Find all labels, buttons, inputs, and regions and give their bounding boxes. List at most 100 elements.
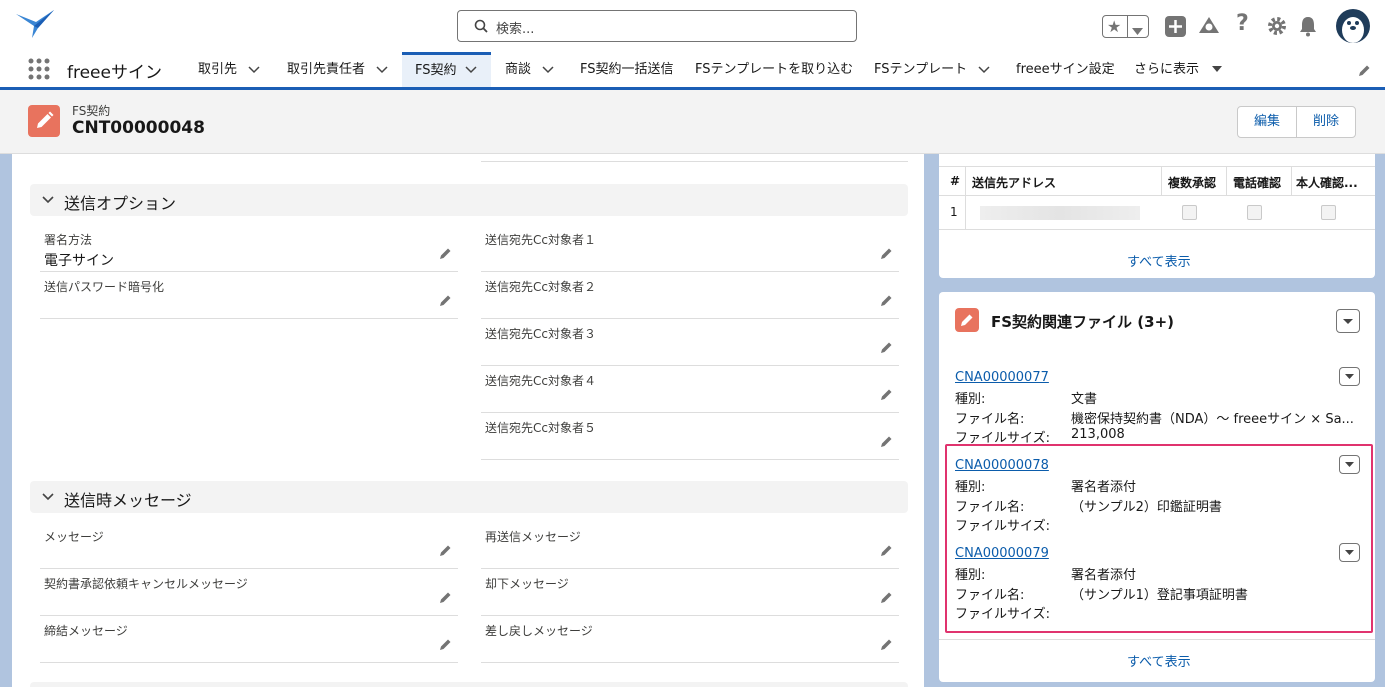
nav-item-settings[interactable]: freeeサイン設定 <box>1016 52 1116 87</box>
gear-icon[interactable] <box>1267 16 1287 36</box>
pencil-icon[interactable] <box>879 591 893 605</box>
column-divider <box>965 196 966 229</box>
pencil-icon[interactable] <box>879 435 893 449</box>
trailhead-icon[interactable] <box>1198 15 1220 37</box>
chevron-down-icon <box>1132 24 1143 39</box>
field-divider <box>481 161 908 162</box>
filename-label: ファイル名: <box>955 412 1025 427</box>
record-object-label: FS契約 <box>72 104 111 118</box>
nav-item-more[interactable]: さらに表示 <box>1134 52 1229 87</box>
pencil-icon[interactable] <box>879 294 893 308</box>
global-actions-icon[interactable] <box>1165 16 1186 37</box>
nav-item-label: FSテンプレートを取り込む <box>695 62 854 77</box>
edit-button[interactable]: 編集 <box>1237 106 1297 138</box>
favorites-button[interactable]: ★ <box>1102 15 1149 38</box>
redacted-address <box>980 206 1140 220</box>
record-pencil-icon <box>28 105 60 137</box>
pencil-icon[interactable] <box>438 591 452 605</box>
nav-item-contacts[interactable]: 取引先責任者 <box>287 52 391 87</box>
phone-check-checkbox[interactable] <box>1247 205 1262 220</box>
field-value: 電子サイン <box>44 253 114 269</box>
file-row-menu[interactable] <box>1339 543 1360 562</box>
cc-field-1: 送信宛先Cc対象者１ <box>481 225 899 272</box>
nav-item-accounts[interactable]: 取引先 <box>198 52 268 87</box>
pencil-icon[interactable] <box>879 638 893 652</box>
pencil-icon[interactable] <box>438 247 452 261</box>
nav-item-label: FS契約 <box>415 63 457 78</box>
column-header-address[interactable]: 送信先アドレス <box>972 174 1056 191</box>
file-link[interactable]: CNA00000077 <box>955 370 1049 385</box>
table-header-row: # 送信先アドレス 複数承認 電話確認 本人確認... <box>939 166 1375 196</box>
sendback-message-field: 差し戻しメッセージ <box>481 616 899 663</box>
section-send-options[interactable]: 送信オプション <box>30 184 908 216</box>
card-actions-menu[interactable] <box>1336 309 1360 333</box>
file-link[interactable]: CNA00000078 <box>955 458 1049 473</box>
column-divider <box>1291 167 1292 195</box>
field-label: 送信宛先Cc対象者３ <box>485 327 596 341</box>
row-number: 1 <box>950 205 958 219</box>
field-label: 送信宛先Cc対象者１ <box>485 233 596 247</box>
field-label: 却下メッセージ <box>485 577 569 591</box>
column-header-multi-approval[interactable]: 複数承認 <box>1168 174 1216 191</box>
chevron-down-icon <box>42 194 54 210</box>
identity-check-checkbox[interactable] <box>1321 205 1336 220</box>
field-label: メッセージ <box>44 530 104 544</box>
column-divider <box>965 167 966 195</box>
avatar[interactable] <box>1336 9 1370 43</box>
nav-item-label: FS契約一括送信 <box>580 62 674 77</box>
signing-method-field: 署名方法 電子サイン <box>40 225 458 272</box>
nav-item-bulk-send[interactable]: FS契約一括送信 <box>580 52 680 87</box>
nav-item-fs-contract[interactable]: FS契約 <box>402 52 491 87</box>
app-name: freeeサイン <box>67 63 162 83</box>
file-row-menu[interactable] <box>1339 367 1360 386</box>
column-header-identity[interactable]: 本人確認... <box>1296 174 1358 191</box>
nav-item-opportunities[interactable]: 商談 <box>505 52 565 87</box>
star-icon: ★ <box>1107 17 1122 36</box>
filesize-label: ファイルサイズ: <box>955 519 1050 534</box>
related-files-card: FS契約関連ファイル (3+) CNA00000077 種別: 文書 ファイル名… <box>939 292 1375 682</box>
nav-item-import-template[interactable]: FSテンプレートを取り込む <box>695 52 860 87</box>
column-header-phone[interactable]: 電話確認 <box>1233 174 1281 191</box>
pencil-icon[interactable] <box>438 638 452 652</box>
bell-icon[interactable] <box>1298 15 1318 37</box>
nav-item-label: 商談 <box>505 62 532 77</box>
files-title[interactable]: FS契約関連ファイル (3+) <box>991 311 1174 332</box>
app-logo[interactable] <box>14 8 56 42</box>
cc-field-3: 送信宛先Cc対象者３ <box>481 319 899 366</box>
file-row-menu[interactable] <box>1339 455 1360 474</box>
filename-value: （サンプル2）印鑑証明書 <box>1071 500 1222 515</box>
show-all-link[interactable]: すべて表示 <box>1127 651 1191 670</box>
search-input[interactable]: 検索... <box>457 10 857 42</box>
pencil-icon[interactable] <box>879 544 893 558</box>
nav-item-label: freeeサイン設定 <box>1016 62 1115 77</box>
multi-approval-checkbox[interactable] <box>1182 205 1197 220</box>
edit-nav-pencil-icon[interactable] <box>1357 64 1371 82</box>
password-encryption-field: 送信パスワード暗号化 <box>40 272 458 319</box>
nav-item-label: 取引先責任者 <box>287 62 366 77</box>
help-icon[interactable]: ? <box>1236 11 1249 36</box>
section-send-messages[interactable]: 送信時メッセージ <box>30 481 908 513</box>
pencil-icon[interactable] <box>879 247 893 261</box>
app-launcher-icon[interactable] <box>28 58 50 80</box>
file-link[interactable]: CNA00000079 <box>955 546 1049 561</box>
field-label: 締結メッセージ <box>44 624 128 638</box>
type-value: 文書 <box>1071 392 1098 407</box>
column-header-num: # <box>950 174 961 188</box>
pencil-icon[interactable] <box>879 388 893 402</box>
pencil-icon[interactable] <box>879 341 893 355</box>
field-label: 送信パスワード暗号化 <box>44 280 165 294</box>
section-title: 送信時メッセージ <box>64 491 192 510</box>
table-row: 1 <box>939 196 1375 230</box>
pencil-icon[interactable] <box>438 544 452 558</box>
type-value: 署名者添付 <box>1071 480 1137 495</box>
search-placeholder: 検索... <box>496 22 535 37</box>
filesize-value: 213,008 <box>1071 427 1125 442</box>
delete-button[interactable]: 削除 <box>1296 106 1356 138</box>
nav-item-templates[interactable]: FSテンプレート <box>874 52 994 87</box>
cc-field-5: 送信宛先Cc対象者５ <box>481 413 899 460</box>
record-detail-panel: 送信オプション 署名方法 電子サイン 送信パスワード暗号化 送信宛先Cc対象者１… <box>12 154 924 687</box>
filename-value: 機密保持契約書（NDA）〜 freeeサイン × Sa... <box>1071 412 1354 427</box>
card-footer-divider <box>939 639 1375 640</box>
show-all-link[interactable]: すべて表示 <box>1127 251 1191 270</box>
pencil-icon[interactable] <box>438 294 452 308</box>
